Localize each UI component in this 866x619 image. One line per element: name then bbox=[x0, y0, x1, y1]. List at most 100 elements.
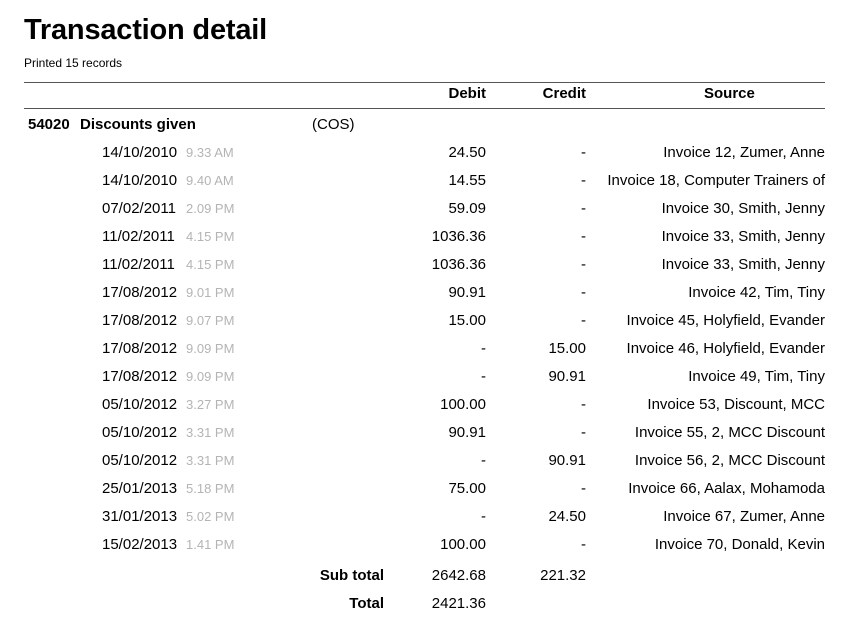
transaction-source: Invoice 12, Zumer, Anne bbox=[663, 144, 825, 161]
table-row: 17/08/2012 9.09 PM - 15.00 Invoice 46, Holyf… bbox=[0, 340, 866, 368]
transaction-date: 05/10/2012 bbox=[102, 452, 178, 469]
header-bottom-rule bbox=[24, 108, 825, 109]
transaction-debit: - bbox=[481, 368, 486, 385]
transaction-credit: - bbox=[581, 228, 586, 245]
transaction-credit: - bbox=[581, 424, 586, 441]
subtotal-credit: 221.32 bbox=[540, 567, 586, 584]
transaction-credit: - bbox=[581, 200, 586, 217]
subtotal-debit: 2642.68 bbox=[431, 567, 486, 584]
transaction-date: 17/08/2012 bbox=[102, 340, 178, 357]
transaction-time: 9.40 AM bbox=[186, 173, 234, 188]
column-header-credit: Credit bbox=[542, 85, 586, 102]
transaction-source: Invoice 33, Smith, Jenny bbox=[661, 256, 825, 273]
table-row: 11/02/2011 4.15 PM 1036.36 - Invoice 33, Smi… bbox=[0, 256, 866, 284]
table-row: 31/01/2013 5.02 PM - 24.50 Invoice 67, Zumer… bbox=[0, 508, 866, 536]
transaction-source: Invoice 18, Computer Trainers of bbox=[607, 172, 825, 189]
transaction-debit: - bbox=[481, 508, 486, 525]
table-row: 17/08/2012 9.01 PM 90.91 - Invoice 42, Tim, … bbox=[0, 284, 866, 312]
transaction-credit: - bbox=[581, 480, 586, 497]
table-row: 14/10/2010 9.33 AM 24.50 - Invoice 12, Zumer… bbox=[0, 144, 866, 172]
transaction-debit: 59.09 bbox=[448, 200, 486, 217]
transaction-credit: 90.91 bbox=[548, 452, 586, 469]
transaction-debit: 90.91 bbox=[448, 424, 486, 441]
transaction-date: 05/10/2012 bbox=[102, 424, 178, 441]
transaction-credit: 90.91 bbox=[548, 368, 586, 385]
transaction-time: 4.15 PM bbox=[186, 229, 235, 244]
column-header-debit: Debit bbox=[448, 85, 487, 102]
header-top-rule bbox=[24, 82, 825, 83]
transaction-debit: 1036.36 bbox=[431, 228, 486, 245]
transaction-credit: - bbox=[581, 536, 586, 553]
transaction-debit: 15.00 bbox=[448, 312, 486, 329]
transaction-time: 9.07 PM bbox=[186, 313, 235, 328]
transaction-credit: - bbox=[581, 312, 586, 329]
table-row: 17/08/2012 9.09 PM - 90.91 Invoice 49, Tim, … bbox=[0, 368, 866, 396]
transaction-credit: 15.00 bbox=[548, 340, 586, 357]
total-label: Total bbox=[349, 595, 384, 612]
table-row: 25/01/2013 5.18 PM 75.00 - Invoice 66, Aalax… bbox=[0, 480, 866, 508]
transaction-source: Invoice 70, Donald, Kevin bbox=[654, 536, 825, 553]
transaction-credit: - bbox=[581, 172, 586, 189]
transaction-time: 3.27 PM bbox=[186, 397, 235, 412]
printed-count: Printed 15 records bbox=[24, 56, 123, 70]
transaction-date: 14/10/2010 bbox=[102, 144, 178, 161]
table-row: 05/10/2012 3.31 PM - 90.91 Invoice 56, 2, MC… bbox=[0, 452, 866, 480]
transaction-source: Invoice 66, Aalax, Mohamoda bbox=[628, 480, 825, 497]
transaction-date: 17/08/2012 bbox=[102, 284, 178, 301]
transaction-source: Invoice 45, Holyfield, Evander bbox=[626, 312, 825, 329]
transaction-debit: - bbox=[481, 340, 486, 357]
transaction-source: Invoice 49, Tim, Tiny bbox=[688, 368, 825, 385]
transaction-credit: - bbox=[581, 396, 586, 413]
subtotal-label: Sub total bbox=[319, 567, 384, 584]
transaction-time: 9.01 PM bbox=[186, 285, 235, 300]
transaction-debit: 24.50 bbox=[448, 144, 486, 161]
transaction-credit: - bbox=[581, 284, 586, 301]
table-row: 14/10/2010 9.40 AM 14.55 - Invoice 18, Compu… bbox=[0, 172, 866, 200]
transaction-date: 17/08/2012 bbox=[102, 312, 178, 329]
transaction-source: Invoice 33, Smith, Jenny bbox=[661, 228, 825, 245]
transaction-debit: 75.00 bbox=[448, 480, 486, 497]
account-type: (COS) bbox=[312, 116, 355, 133]
transaction-time: 9.09 PM bbox=[186, 369, 235, 384]
transaction-date: 15/02/2013 bbox=[102, 536, 178, 553]
table-row: 05/10/2012 3.27 PM 100.00 - Invoice 53, Disc… bbox=[0, 396, 866, 424]
transaction-debit: 100.00 bbox=[440, 536, 486, 553]
transaction-date: 11/02/2011 bbox=[102, 256, 175, 273]
transaction-time: 9.09 PM bbox=[186, 341, 235, 356]
transaction-date: 07/02/2011 bbox=[102, 200, 176, 217]
transaction-credit: 24.50 bbox=[548, 508, 586, 525]
transaction-time: 3.31 PM bbox=[186, 425, 235, 440]
transaction-date: 05/10/2012 bbox=[102, 396, 178, 413]
transaction-credit: - bbox=[581, 256, 586, 273]
transaction-debit: 1036.36 bbox=[431, 256, 486, 273]
transaction-source: Invoice 55, 2, MCC Discount bbox=[634, 424, 825, 441]
transaction-debit: 90.91 bbox=[448, 284, 486, 301]
transaction-source: Invoice 46, Holyfield, Evander bbox=[626, 340, 825, 357]
transaction-time: 5.18 PM bbox=[186, 481, 235, 496]
transaction-credit: - bbox=[581, 144, 586, 161]
table-row: 07/02/2011 2.09 PM 59.09 - Invoice 30, Smith… bbox=[0, 200, 866, 228]
transaction-time: 3.31 PM bbox=[186, 453, 235, 468]
transaction-debit: 100.00 bbox=[440, 396, 486, 413]
account-name: Discounts given bbox=[80, 116, 196, 133]
table-row: 11/02/2011 4.15 PM 1036.36 - Invoice 33, Smi… bbox=[0, 228, 866, 256]
transaction-time: 5.02 PM bbox=[186, 509, 235, 524]
table-row: 05/10/2012 3.31 PM 90.91 - Invoice 55, 2, MC… bbox=[0, 424, 866, 452]
transaction-source: Invoice 30, Smith, Jenny bbox=[661, 200, 825, 217]
transaction-time: 1.41 PM bbox=[186, 537, 235, 552]
transaction-source: Invoice 53, Discount, MCC bbox=[647, 396, 825, 413]
transaction-debit: 14.55 bbox=[448, 172, 486, 189]
transaction-date: 31/01/2013 bbox=[102, 508, 178, 525]
table-row: 15/02/2013 1.41 PM 100.00 - Invoice 70, Dona… bbox=[0, 536, 866, 564]
account-code: 54020 bbox=[28, 116, 70, 133]
transaction-debit: - bbox=[481, 452, 486, 469]
transaction-source: Invoice 67, Zumer, Anne bbox=[663, 508, 825, 525]
total-debit: 2421.36 bbox=[431, 595, 486, 612]
transaction-date: 11/02/2011 bbox=[102, 228, 175, 245]
transaction-date: 25/01/2013 bbox=[102, 480, 178, 497]
transaction-time: 4.15 PM bbox=[186, 257, 235, 272]
transaction-time: 2.09 PM bbox=[186, 201, 235, 216]
transaction-date: 14/10/2010 bbox=[102, 172, 178, 189]
column-header-source: Source bbox=[704, 85, 755, 102]
transaction-source: Invoice 56, 2, MCC Discount bbox=[634, 452, 825, 469]
